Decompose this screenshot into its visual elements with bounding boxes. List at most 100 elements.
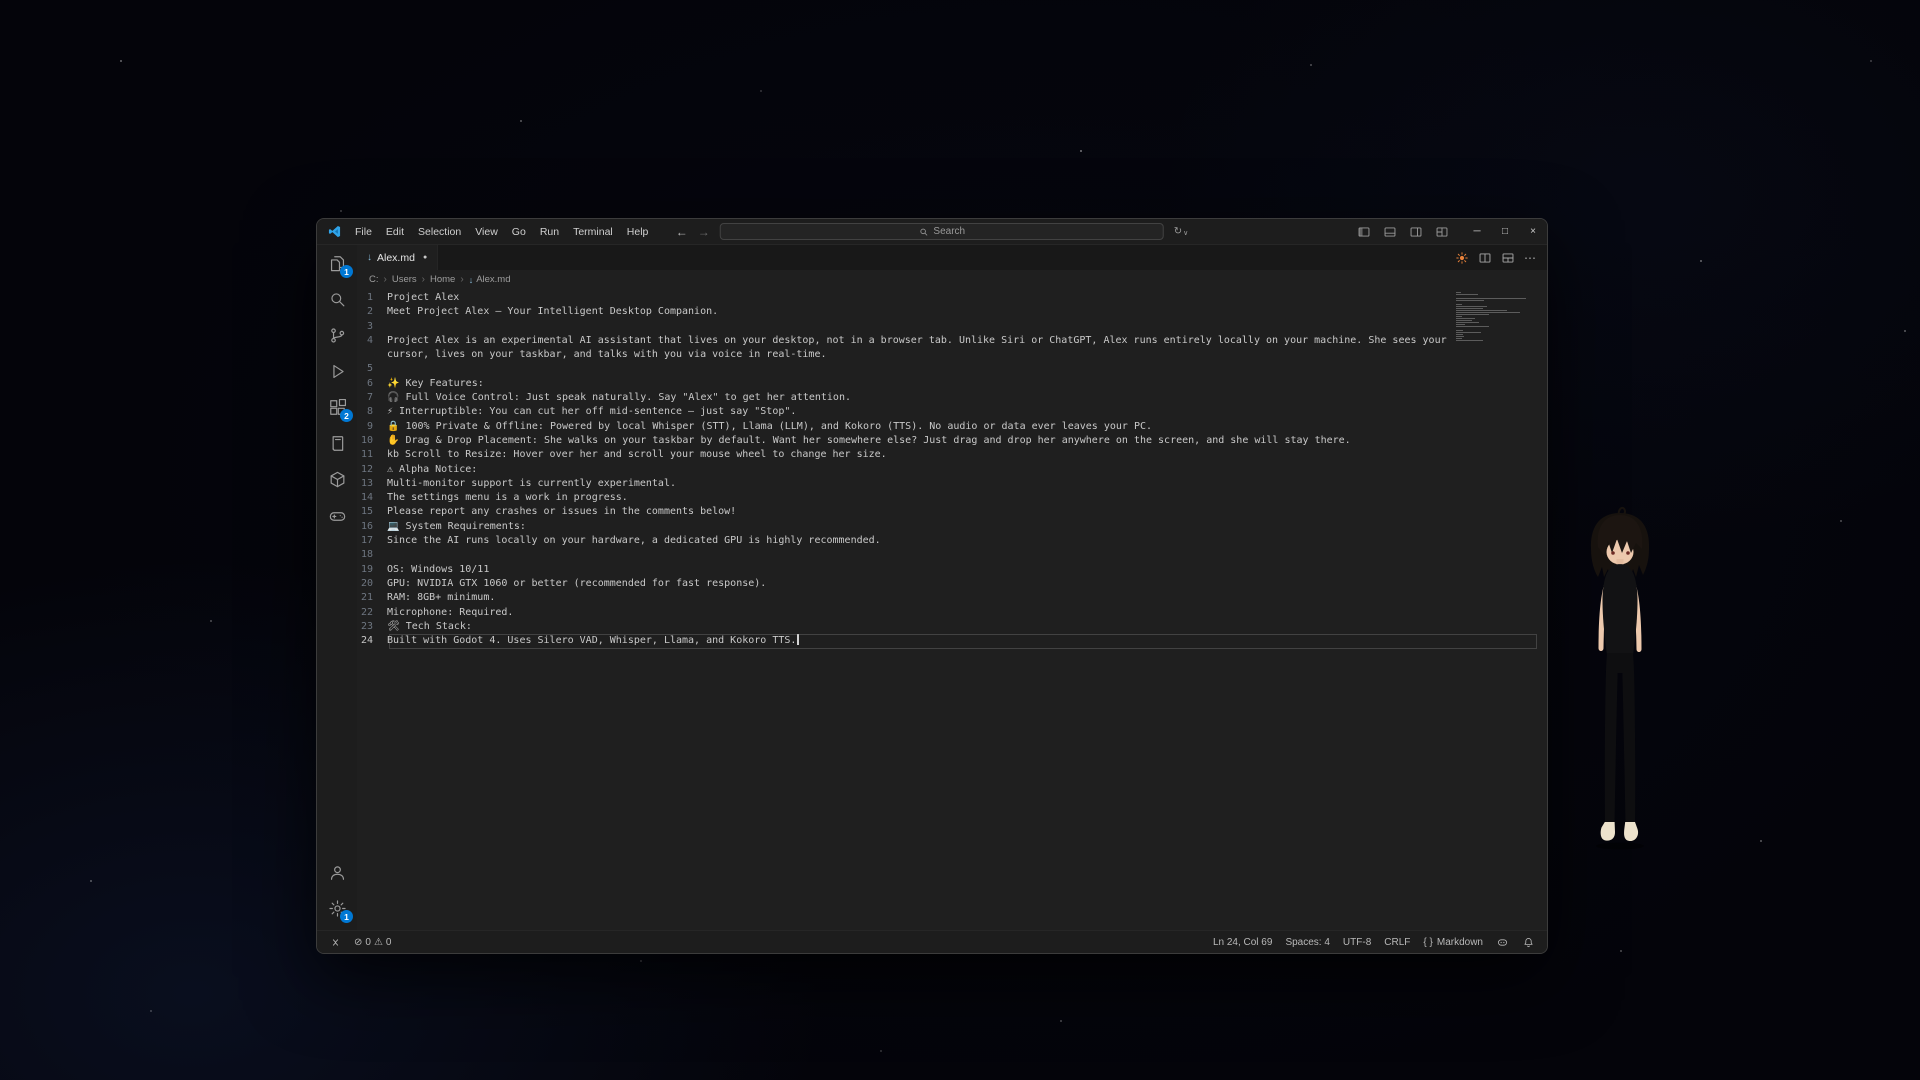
settings-icon[interactable]: 1	[317, 890, 357, 926]
code-text[interactable]: The settings menu is a work in progress.	[387, 491, 1467, 505]
copilot-icon[interactable]	[1496, 936, 1509, 949]
close-button[interactable]: ×	[1519, 219, 1547, 244]
code-text[interactable]: Multi-monitor support is currently exper…	[387, 477, 1467, 491]
code-text[interactable]: ✋ Drag & Drop Placement: She walks on yo…	[387, 434, 1467, 448]
toggle-panel-icon[interactable]	[1377, 225, 1403, 239]
code-line[interactable]: 2Meet Project Alex — Your Intelligent De…	[357, 305, 1547, 319]
code-line[interactable]: 21RAM: 8GB+ minimum.	[357, 591, 1547, 605]
code-line[interactable]: 14The settings menu is a work in progres…	[357, 491, 1547, 505]
desktop-companion-character[interactable]	[1560, 503, 1680, 863]
markdown-preview-icon[interactable]	[1455, 251, 1469, 265]
code-text[interactable]: Please report any crashes or issues in t…	[387, 505, 1467, 519]
code-text[interactable]: ⚡ Interruptible: You can cut her off mid…	[387, 405, 1467, 419]
breadcrumb-item[interactable]: Users	[392, 274, 417, 285]
run-debug-icon[interactable]	[317, 353, 357, 389]
text-cursor	[797, 634, 799, 645]
code-text[interactable]	[387, 320, 1467, 334]
code-line[interactable]: 11kb Scroll to Resize: Hover over her an…	[357, 448, 1547, 462]
code-text[interactable]: Built with Godot 4. Uses Silero VAD, Whi…	[387, 634, 1467, 648]
language-mode[interactable]: { } Markdown	[1423, 937, 1483, 948]
code-line[interactable]: 6✨ Key Features:	[357, 377, 1547, 391]
code-text[interactable]: 💻 System Requirements:	[387, 520, 1467, 534]
search-box[interactable]: Search	[720, 223, 1164, 240]
unsaved-changes-dot-icon[interactable]: ●	[423, 254, 427, 261]
code-line[interactable]: 7🎧 Full Voice Control: Just speak natura…	[357, 391, 1547, 405]
code-line[interactable]: 23🛠 Tech Stack:	[357, 620, 1547, 634]
refresh-button[interactable]: ↻ ∨	[1174, 226, 1189, 237]
code-text[interactable]: 🛠 Tech Stack:	[387, 620, 1467, 634]
code-line[interactable]: 8⚡ Interruptible: You can cut her off mi…	[357, 405, 1547, 419]
menu-item-terminal[interactable]: Terminal	[566, 219, 620, 245]
problems-indicator[interactable]: ⊘ 0 ⚠ 0	[354, 937, 391, 948]
code-line[interactable]: 24Built with Godot 4. Uses Silero VAD, W…	[357, 634, 1547, 648]
code-line[interactable]: 19OS: Windows 10/11	[357, 563, 1547, 577]
editor[interactable]: 1Project Alex2Meet Project Alex — Your I…	[357, 289, 1547, 930]
code-text[interactable]: Meet Project Alex — Your Intelligent Des…	[387, 305, 1467, 319]
eol-indicator[interactable]: CRLF	[1384, 937, 1410, 948]
menu-item-view[interactable]: View	[468, 219, 505, 245]
split-editor-icon[interactable]	[1478, 251, 1492, 265]
menu-item-run[interactable]: Run	[533, 219, 566, 245]
code-text[interactable]: Since the AI runs locally on your hardwa…	[387, 534, 1467, 548]
code-line[interactable]: 9🔒 100% Private & Offline: Powered by lo…	[357, 420, 1547, 434]
code-line[interactable]: 17Since the AI runs locally on your hard…	[357, 534, 1547, 548]
cube-icon[interactable]	[317, 461, 357, 497]
notifications-bell-icon[interactable]	[1522, 936, 1535, 949]
code-text[interactable]: ⚠ Alpha Notice:	[387, 463, 1467, 477]
code-text[interactable]: OS: Windows 10/11	[387, 563, 1467, 577]
code-line[interactable]: 5	[357, 362, 1547, 376]
code-line[interactable]: 16💻 System Requirements:	[357, 520, 1547, 534]
code-text[interactable]: 🎧 Full Voice Control: Just speak natural…	[387, 391, 1467, 405]
explorer-icon[interactable]: 1	[317, 245, 357, 281]
maximize-button[interactable]: □	[1491, 219, 1519, 244]
extensions-icon[interactable]: 2	[317, 389, 357, 425]
code-text[interactable]: kb Scroll to Resize: Hover over her and …	[387, 448, 1467, 462]
code-text[interactable]	[387, 362, 1467, 376]
search-icon[interactable]	[317, 281, 357, 317]
more-actions-icon[interactable]: ⋯	[1524, 251, 1537, 265]
code-line[interactable]: 4Project Alex is an experimental AI assi…	[357, 334, 1547, 363]
code-text[interactable]: GPU: NVIDIA GTX 1060 or better (recommen…	[387, 577, 1467, 591]
code-line[interactable]: 1Project Alex	[357, 291, 1547, 305]
book-icon[interactable]	[317, 425, 357, 461]
menu-item-file[interactable]: File	[348, 219, 379, 245]
code-line[interactable]: 18	[357, 548, 1547, 562]
toggle-secondary-sidebar-icon[interactable]	[1403, 225, 1429, 239]
code-line[interactable]: 20GPU: NVIDIA GTX 1060 or better (recomm…	[357, 577, 1547, 591]
gamepad-icon[interactable]	[317, 497, 357, 533]
code-text[interactable]	[387, 548, 1467, 562]
back-icon[interactable]: ←	[676, 225, 688, 239]
code-text[interactable]: Microphone: Required.	[387, 606, 1467, 620]
indentation[interactable]: Spaces: 4	[1285, 937, 1329, 948]
menu-item-help[interactable]: Help	[620, 219, 656, 245]
forward-icon[interactable]: →	[698, 225, 710, 239]
code-line[interactable]: 22Microphone: Required.	[357, 606, 1547, 620]
code-line[interactable]: 10✋ Drag & Drop Placement: She walks on …	[357, 434, 1547, 448]
toggle-sidebar-icon[interactable]	[1351, 225, 1377, 239]
menu-item-edit[interactable]: Edit	[379, 219, 411, 245]
code-text[interactable]: RAM: 8GB+ minimum.	[387, 591, 1467, 605]
breadcrumb-item[interactable]: Home	[430, 274, 455, 285]
code-line[interactable]: 12⚠ Alpha Notice:	[357, 463, 1547, 477]
encoding[interactable]: UTF-8	[1343, 937, 1371, 948]
customize-layout-icon[interactable]	[1429, 225, 1455, 239]
menu-item-selection[interactable]: Selection	[411, 219, 468, 245]
code-line[interactable]: 3	[357, 320, 1547, 334]
editor-layout-icon[interactable]	[1501, 251, 1515, 265]
menu-item-go[interactable]: Go	[505, 219, 533, 245]
minimap[interactable]	[1456, 292, 1529, 342]
code-text[interactable]: 🔒 100% Private & Offline: Powered by loc…	[387, 420, 1467, 434]
account-icon[interactable]	[317, 854, 357, 890]
minimize-button[interactable]: ─	[1463, 219, 1491, 244]
code-line[interactable]: 13Multi-monitor support is currently exp…	[357, 477, 1547, 491]
code-text[interactable]: ✨ Key Features:	[387, 377, 1467, 391]
code-line[interactable]: 15Please report any crashes or issues in…	[357, 505, 1547, 519]
breadcrumb-item[interactable]: ↓Alex.md	[469, 274, 511, 285]
code-text[interactable]: Project Alex	[387, 291, 1467, 305]
source-control-icon[interactable]	[317, 317, 357, 353]
cursor-position[interactable]: Ln 24, Col 69	[1213, 937, 1273, 948]
breadcrumb-item[interactable]: C:	[369, 274, 379, 285]
tab-alex-md[interactable]: ↓ Alex.md ●	[357, 245, 438, 270]
code-text[interactable]: Project Alex is an experimental AI assis…	[387, 334, 1467, 363]
remote-indicator-icon[interactable]	[329, 936, 342, 949]
